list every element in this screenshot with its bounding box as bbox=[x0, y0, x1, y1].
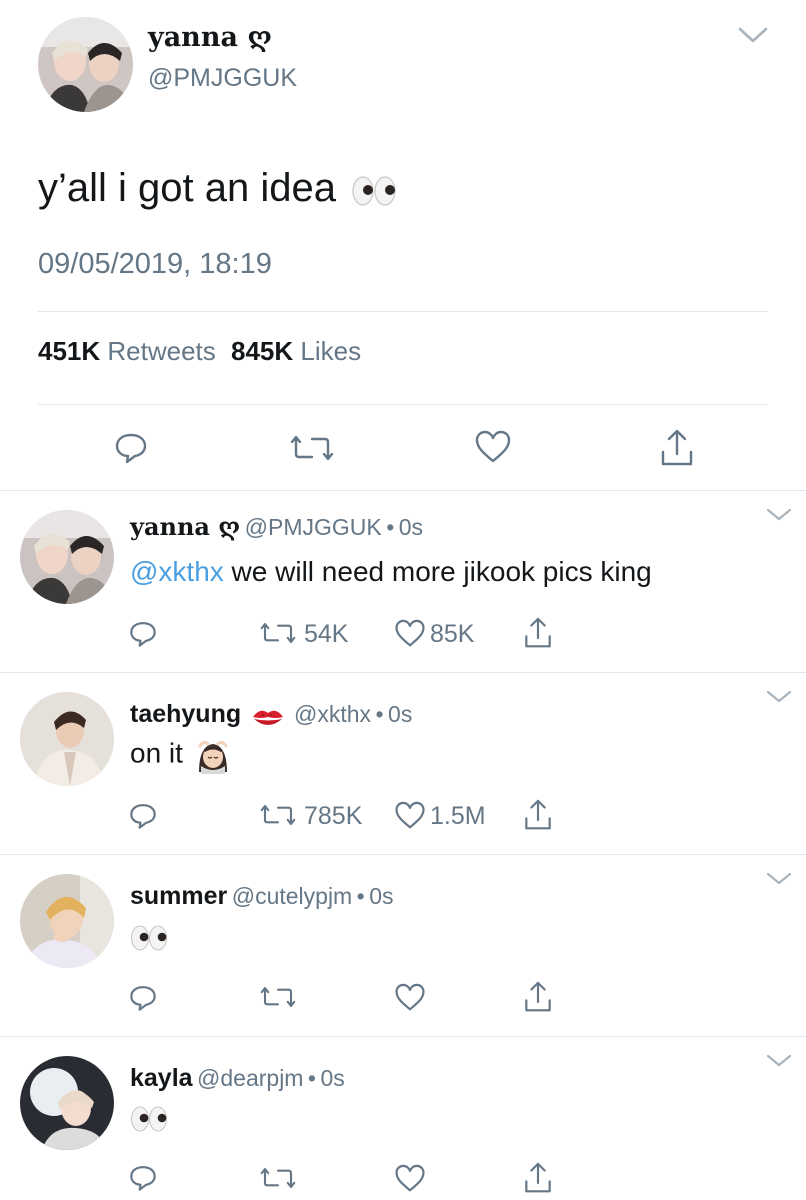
reply-author-name[interactable]: summer bbox=[130, 882, 227, 910]
chevron-down-icon[interactable] bbox=[766, 508, 792, 522]
retweet-icon[interactable] bbox=[260, 620, 296, 646]
reply-text-content: on it bbox=[130, 737, 183, 769]
reply-avatar[interactable] bbox=[20, 692, 114, 786]
reply-icon[interactable] bbox=[128, 1163, 158, 1193]
like-icon[interactable] bbox=[474, 430, 512, 464]
main-timestamp: 09/05/2019, 18:19 bbox=[38, 248, 272, 280]
mention-link[interactable]: @xkthx bbox=[130, 556, 224, 587]
retweet-icon[interactable] bbox=[260, 1165, 296, 1191]
retweets-label: Retweets bbox=[107, 336, 216, 366]
reply-avatar[interactable] bbox=[20, 874, 114, 968]
share-icon[interactable] bbox=[523, 1161, 553, 1195]
reply-text: on it bbox=[130, 736, 231, 774]
chevron-down-icon[interactable] bbox=[738, 26, 768, 44]
retweet-icon[interactable] bbox=[290, 432, 334, 464]
like-icon[interactable] bbox=[394, 983, 426, 1012]
reply-author-handle[interactable]: @xkthx bbox=[294, 701, 371, 727]
like-icon[interactable] bbox=[394, 1164, 426, 1193]
share-icon[interactable] bbox=[523, 980, 553, 1014]
reply-time: 0s bbox=[388, 701, 413, 727]
eyes-emoji bbox=[130, 924, 168, 952]
eyes-emoji bbox=[130, 1105, 168, 1133]
reply-icon[interactable] bbox=[128, 619, 158, 649]
reply-author-handle[interactable]: @cutelypjm bbox=[232, 883, 353, 909]
retweet-icon[interactable] bbox=[260, 984, 296, 1010]
reply-icon[interactable] bbox=[128, 983, 158, 1013]
reply-text bbox=[130, 920, 168, 952]
reply-avatar[interactable] bbox=[20, 510, 114, 604]
reply-author-name[interactable]: taehyung bbox=[130, 700, 241, 728]
chevron-down-icon[interactable] bbox=[766, 872, 792, 886]
divider bbox=[0, 490, 806, 491]
eyes-emoji bbox=[351, 173, 397, 207]
reply-author-name[interactable]: kayla bbox=[130, 1064, 193, 1092]
like-icon[interactable] bbox=[394, 801, 426, 830]
retweet-count: 54K bbox=[304, 620, 349, 648]
reply-author-name[interactable]: yanna ღ bbox=[130, 512, 240, 541]
reply-avatar[interactable] bbox=[20, 1056, 114, 1150]
reply-time: 0s bbox=[398, 514, 423, 540]
divider bbox=[0, 854, 806, 855]
divider bbox=[0, 672, 806, 673]
likes-stat[interactable]: 845K Likes bbox=[231, 336, 361, 366]
reply-header: summer @cutelypjm • 0s bbox=[130, 882, 393, 911]
share-icon[interactable] bbox=[523, 616, 553, 650]
engagement-stats: 451K Retweets 845K Likes bbox=[38, 336, 361, 367]
kiss-mark-emoji bbox=[250, 705, 286, 731]
chevron-down-icon[interactable] bbox=[766, 1054, 792, 1068]
like-count: 1.5M bbox=[430, 802, 486, 830]
divider bbox=[0, 1036, 806, 1037]
like-count: 85K bbox=[430, 620, 475, 648]
like-icon[interactable] bbox=[394, 619, 426, 648]
retweets-count: 451K bbox=[38, 336, 101, 366]
separator-dot: • bbox=[375, 701, 384, 727]
chevron-down-icon[interactable] bbox=[766, 690, 792, 704]
reply-header: taehyung @xkthx • 0s bbox=[130, 700, 412, 731]
main-tweet-text-content: y’all i got an idea bbox=[38, 166, 336, 210]
share-icon[interactable] bbox=[659, 428, 695, 468]
retweet-icon[interactable] bbox=[260, 802, 296, 828]
likes-label: Likes bbox=[300, 336, 362, 366]
separator-dot: • bbox=[307, 1065, 316, 1091]
divider bbox=[38, 311, 768, 312]
retweet-count: 785K bbox=[304, 802, 363, 830]
main-tweet-text: y’all i got an idea bbox=[38, 166, 397, 211]
reply-icon[interactable] bbox=[113, 430, 149, 466]
main-author-name[interactable]: yanna ღ bbox=[148, 22, 272, 53]
reply-header: yanna ღ @PMJGGUK • 0s bbox=[130, 512, 423, 541]
main-name-symbol: ღ bbox=[247, 22, 272, 53]
reply-icon[interactable] bbox=[128, 801, 158, 831]
separator-dot: • bbox=[356, 883, 365, 909]
likes-count: 845K bbox=[231, 336, 294, 366]
share-icon[interactable] bbox=[523, 798, 553, 832]
retweets-stat[interactable]: 451K Retweets bbox=[38, 336, 223, 366]
reply-time: 0s bbox=[320, 1065, 345, 1091]
reply-time: 0s bbox=[369, 883, 394, 909]
reply-text: @xkthx we will need more jikook pics kin… bbox=[130, 556, 652, 588]
reply-author-handle[interactable]: @PMJGGUK bbox=[245, 514, 382, 540]
divider bbox=[38, 404, 768, 405]
reply-author-handle[interactable]: @dearpjm bbox=[197, 1065, 303, 1091]
reply-header: kayla @dearpjm • 0s bbox=[130, 1064, 345, 1093]
main-author-handle[interactable]: @PMJGGUK bbox=[148, 64, 297, 93]
separator-dot: • bbox=[386, 514, 395, 540]
reply-text-content: we will need more jikook pics king bbox=[223, 556, 652, 587]
main-avatar[interactable] bbox=[38, 17, 133, 112]
reply-text bbox=[130, 1101, 168, 1133]
main-name-text: yanna bbox=[148, 22, 238, 53]
woman-getting-massage-emoji bbox=[195, 736, 231, 774]
